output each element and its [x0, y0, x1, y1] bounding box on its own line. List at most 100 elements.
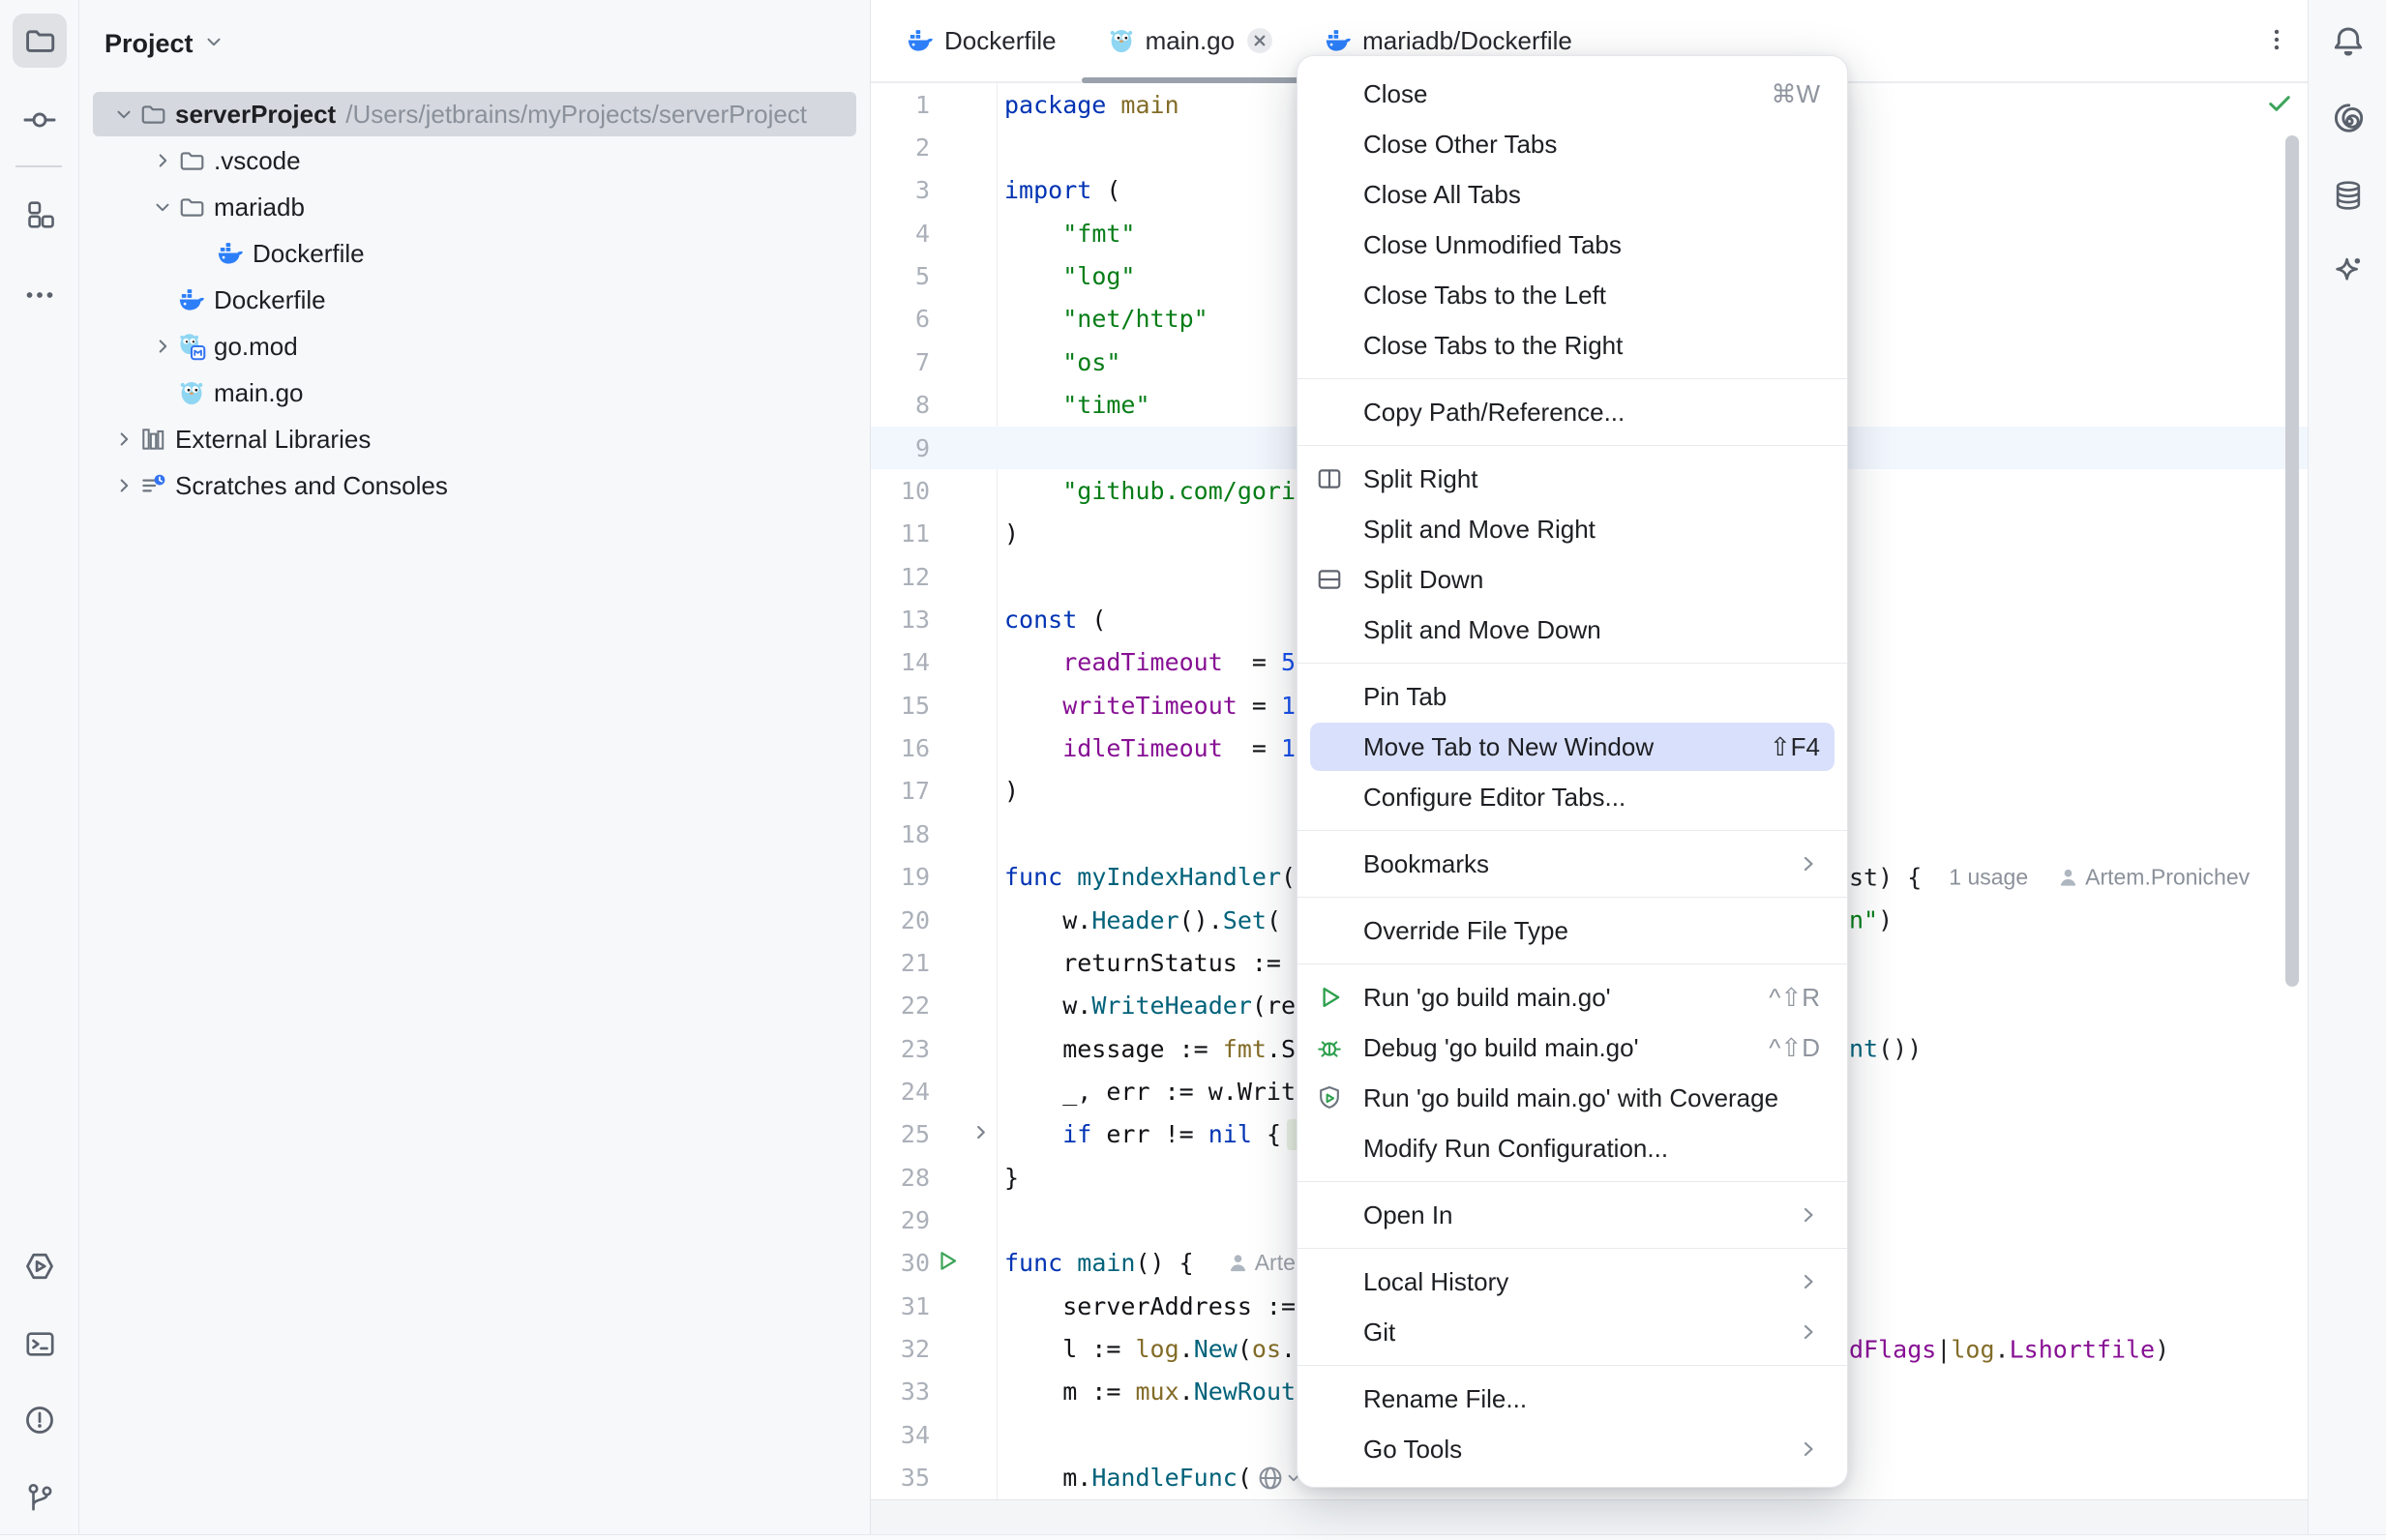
icon-slot — [1315, 849, 1344, 878]
menu-item-label: Run 'go build main.go' — [1363, 983, 1611, 1013]
menu-item-label: Debug 'go build main.go' — [1363, 1033, 1639, 1063]
menu-item-close-other-tabs[interactable]: Close Other Tabs — [1297, 119, 1847, 169]
menu-item-split-and-move-down[interactable]: Split and Move Down — [1297, 605, 1847, 655]
tab-main-go[interactable]: main.go — [1082, 0, 1299, 81]
editor-scrollbar[interactable] — [2285, 135, 2299, 987]
menu-item-override-file-type[interactable]: Override File Type — [1297, 905, 1847, 956]
menu-item-close-all-tabs[interactable]: Close All Tabs — [1297, 169, 1847, 220]
menu-separator — [1297, 897, 1847, 898]
tab-dockerfile[interactable]: Dockerfile — [880, 0, 1082, 81]
icon-slot — [1315, 79, 1344, 108]
menu-item-git[interactable]: Git — [1297, 1307, 1847, 1357]
editor-options-kebab-icon[interactable] — [2255, 14, 2298, 66]
inspections-check-icon[interactable] — [2265, 89, 2294, 123]
line-number: 21 — [871, 949, 930, 977]
usage-count: 1 usage — [1949, 864, 2028, 890]
code-text: "net/http" — [1004, 305, 1208, 333]
menu-item-split-and-move-right[interactable]: Split and Move Right — [1297, 504, 1847, 554]
menu-item-label: Configure Editor Tabs... — [1363, 783, 1625, 813]
menu-item-split-down[interactable]: Split Down — [1297, 554, 1847, 605]
submenu-arrow-icon — [1797, 1320, 1820, 1344]
menu-item-run-go-build-main-go-with-coverage[interactable]: Run 'go build main.go' with Coverage — [1297, 1073, 1847, 1123]
gutter — [930, 1457, 997, 1499]
menu-item-close[interactable]: Close⌘W — [1297, 69, 1847, 119]
menu-item-move-tab-to-new-window[interactable]: Move Tab to New Window⇧F4 — [1297, 722, 1847, 772]
line-number: 5 — [871, 262, 930, 290]
intention-globe-icon[interactable] — [1256, 1464, 1302, 1493]
menu-item-modify-run-configuration[interactable]: Modify Run Configuration... — [1297, 1123, 1847, 1173]
menu-item-label: Close Unmodified Tabs — [1363, 230, 1622, 260]
chevron-right-icon[interactable] — [111, 473, 136, 498]
chevron-down-icon[interactable] — [150, 194, 175, 220]
line-number: 17 — [871, 777, 930, 805]
tool-stripe-database-icon[interactable] — [2322, 169, 2374, 222]
stripe-divider — [15, 165, 62, 167]
submenu-arrow-icon — [1797, 852, 1820, 875]
fold-collapsed-icon[interactable] — [970, 1121, 992, 1147]
tree-row-dockerfile[interactable]: Dockerfile — [79, 277, 870, 323]
tool-stripe-problems-icon[interactable] — [13, 1393, 67, 1447]
gutter — [930, 384, 997, 427]
tree-item-label: main.go — [214, 378, 304, 408]
tool-stripe-structure-icon[interactable] — [13, 188, 67, 242]
chevron-right-icon[interactable] — [111, 427, 136, 452]
menu-item-bookmarks[interactable]: Bookmarks — [1297, 839, 1847, 889]
line-number: 4 — [871, 220, 930, 248]
tree-item-label: .vscode — [214, 146, 301, 176]
right-toolwindow-stripe — [2308, 0, 2386, 1540]
menu-item-label: Git — [1363, 1318, 1395, 1348]
tree-row-vscode[interactable]: .vscode — [79, 137, 870, 184]
chevron-right-icon[interactable] — [150, 148, 175, 173]
menu-item-rename-file[interactable]: Rename File... — [1297, 1374, 1847, 1424]
menu-item-label: Close All Tabs — [1363, 180, 1521, 210]
tree-item-label: mariadb — [214, 192, 305, 222]
gutter — [930, 770, 997, 813]
gutter — [930, 813, 997, 855]
tool-stripe-ai-assistant-icon[interactable] — [2322, 92, 2374, 144]
scratch-icon — [138, 471, 167, 500]
run-gutter-icon[interactable] — [935, 1248, 960, 1278]
menu-item-close-tabs-to-the-right[interactable]: Close Tabs to the Right — [1297, 320, 1847, 370]
menu-item-copy-path-reference[interactable]: Copy Path/Reference... — [1297, 387, 1847, 437]
menu-item-go-tools[interactable]: Go Tools — [1297, 1424, 1847, 1474]
menu-item-close-tabs-to-the-left[interactable]: Close Tabs to the Left — [1297, 270, 1847, 320]
code-text: w.Header().Set( — [1004, 906, 1281, 934]
tree-row-go-mod[interactable]: go.mod — [79, 323, 870, 370]
code-text: "fmt" — [1004, 220, 1135, 248]
tool-stripe-terminal-icon[interactable] — [13, 1317, 67, 1371]
icon-slot — [1315, 331, 1344, 360]
line-number: 1 — [871, 91, 930, 119]
menu-item-close-unmodified-tabs[interactable]: Close Unmodified Tabs — [1297, 220, 1847, 270]
menu-item-pin-tab[interactable]: Pin Tab — [1297, 671, 1847, 722]
tree-row-scratches-and-consoles[interactable]: Scratches and Consoles — [79, 462, 870, 509]
menu-item-label: Copy Path/Reference... — [1363, 398, 1625, 428]
tree-row-main-go[interactable]: main.go — [79, 370, 870, 416]
tree-row-dockerfile[interactable]: Dockerfile — [79, 230, 870, 277]
menu-item-local-history[interactable]: Local History — [1297, 1257, 1847, 1307]
gutter — [930, 598, 997, 640]
tool-stripe-ai-actions-icon[interactable] — [2322, 245, 2374, 297]
tool-stripe-services-icon[interactable] — [13, 1239, 67, 1293]
project-panel-header[interactable]: Project — [79, 0, 870, 87]
tree-row-serverproject[interactable]: serverProject/Users/jetbrains/myProjects… — [79, 91, 870, 137]
tree-row-mariadb[interactable]: mariadb — [79, 184, 870, 230]
menu-item-split-right[interactable]: Split Right — [1297, 454, 1847, 504]
menu-item-configure-editor-tabs[interactable]: Configure Editor Tabs... — [1297, 772, 1847, 822]
go-icon — [1107, 26, 1136, 55]
menu-item-open-in[interactable]: Open In — [1297, 1190, 1847, 1240]
tool-stripe-project-icon[interactable] — [13, 14, 67, 68]
chevron-right-icon[interactable] — [150, 334, 175, 359]
tree-row-external-libraries[interactable]: External Libraries — [79, 416, 870, 462]
tool-stripe-commit-icon[interactable] — [13, 93, 67, 147]
menu-item-run-go-build-main-go[interactable]: Run 'go build main.go'^⇧R — [1297, 972, 1847, 1022]
tool-stripe-notifications-icon[interactable] — [2322, 15, 2374, 68]
close-icon[interactable] — [1246, 27, 1273, 54]
tool-stripe-more-tool-windows-icon[interactable] — [13, 268, 67, 322]
tool-stripe-version-control-icon[interactable] — [13, 1469, 67, 1524]
chevron-none — [150, 287, 175, 312]
menu-item-debug-go-build-main-go[interactable]: Debug 'go build main.go'^⇧D — [1297, 1022, 1847, 1073]
code-vision[interactable]: 1 usageArtem.Pronichev — [1949, 864, 2250, 890]
chevron-down-icon[interactable] — [111, 102, 136, 127]
line-number: 15 — [871, 692, 930, 720]
line-number: 9 — [871, 434, 930, 462]
